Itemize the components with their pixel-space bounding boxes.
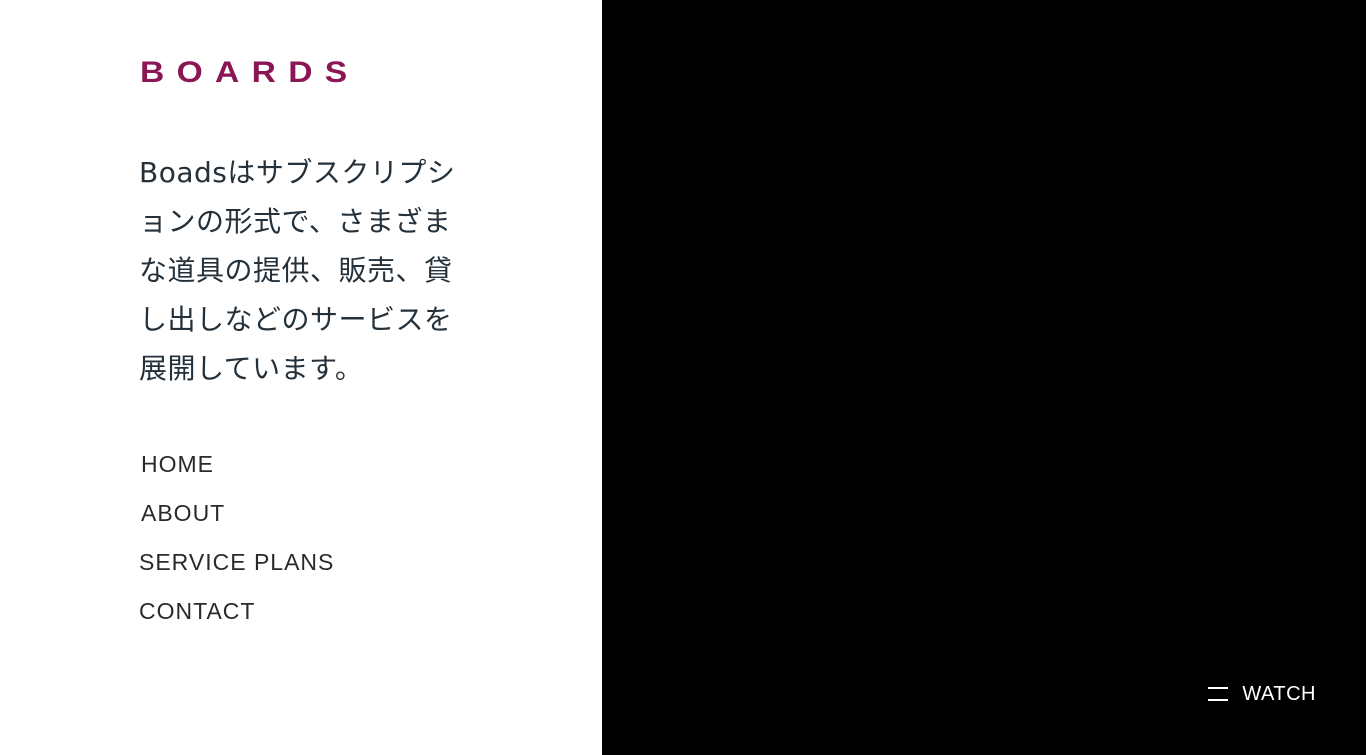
intro-tagline: Boadsはサブスクリプションの形式で、さまざまな道具の提供、販売、貸し出しなど… — [139, 156, 456, 385]
brand-logo[interactable]: BOARDS — [140, 54, 360, 92]
watch-label: WATCH — [1242, 683, 1316, 705]
nav-item-contact[interactable]: CONTACT — [139, 587, 334, 636]
nav-item-service-plans[interactable]: SERVICE PLANS — [139, 538, 334, 587]
main-nav: HOME ABOUT SERVICE PLANS CONTACT — [139, 440, 334, 636]
nav-item-home[interactable]: HOME — [139, 440, 334, 489]
left-panel: BOARDS Boadsはサブスクリプションの形式で、さまざまな道具の提供、販売… — [0, 0, 602, 755]
nav-item-about[interactable]: ABOUT — [139, 489, 334, 538]
video-panel: WATCH — [602, 0, 1366, 755]
watch-button[interactable]: WATCH — [1208, 680, 1316, 708]
page: BOARDS Boadsはサブスクリプションの形式で、さまざまな道具の提供、販売… — [0, 0, 1366, 755]
menu-lines-icon — [1208, 687, 1229, 701]
